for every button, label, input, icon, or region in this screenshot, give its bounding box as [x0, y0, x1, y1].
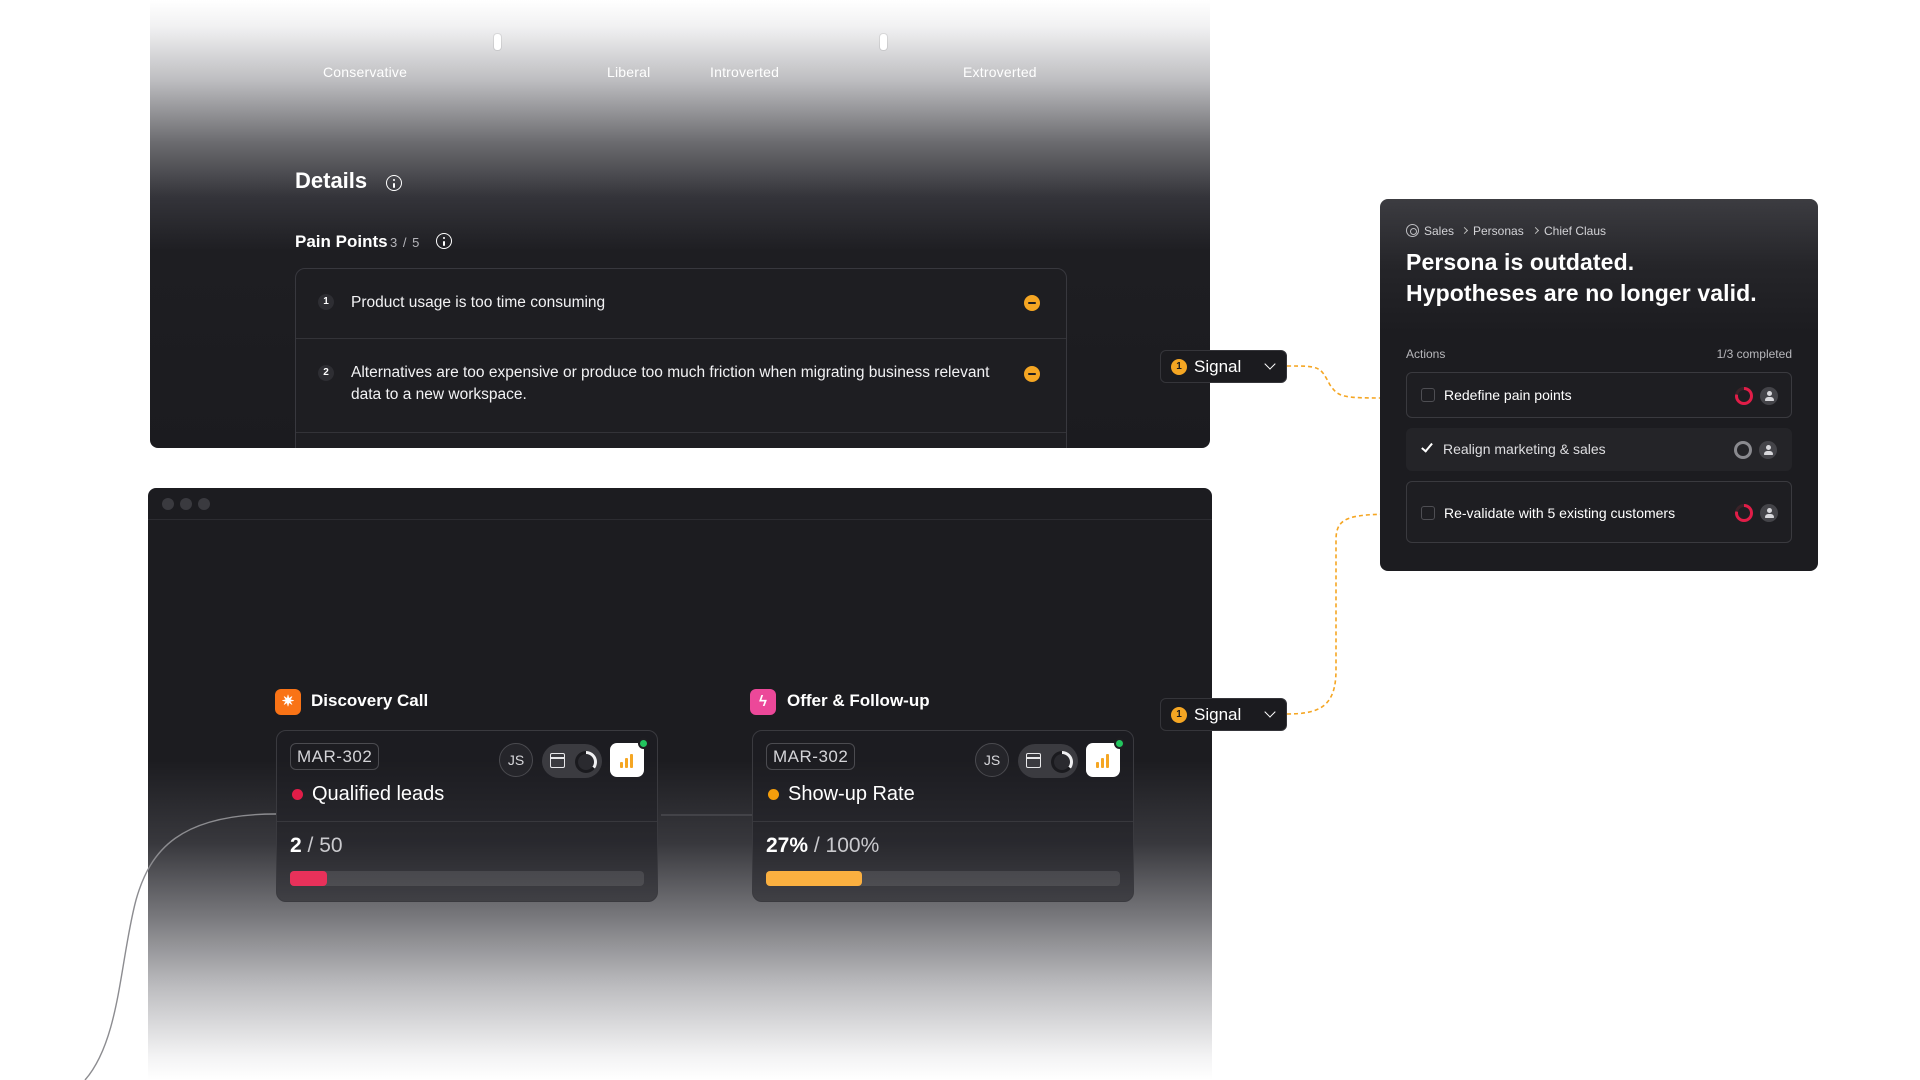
signal-count-badge: 1 — [1171, 359, 1187, 375]
signal-button[interactable]: 1 Signal — [1160, 350, 1287, 383]
action-label: Redefine pain points — [1444, 387, 1572, 403]
persona-alert-panel: Sales Personas Chief Claus Persona is ou… — [1380, 199, 1818, 571]
action-item-realign-marketing-sales[interactable]: Realign marketing & sales — [1406, 428, 1792, 471]
assignee-icon[interactable] — [1759, 441, 1777, 459]
assignee-icon[interactable] — [1760, 504, 1778, 522]
chevron-down-icon — [1264, 358, 1276, 370]
action-label: Re-validate with 5 existing customers — [1444, 505, 1676, 521]
checkbox[interactable] — [1421, 506, 1435, 520]
progress-ring-icon — [1735, 387, 1753, 405]
breadcrumb-sales[interactable]: Sales — [1424, 224, 1454, 238]
breadcrumb-chief-claus[interactable]: Chief Claus — [1544, 224, 1606, 238]
actions-progress: 1/3 completed — [1716, 347, 1792, 361]
breadcrumb-personas[interactable]: Personas — [1473, 224, 1524, 238]
assignee-icon[interactable] — [1760, 387, 1778, 405]
alert-headline: Persona is outdated. — [1406, 249, 1635, 275]
action-item-re-validate-customers[interactable]: Re-validate with 5 existing customers — [1406, 481, 1792, 543]
checkbox[interactable] — [1421, 388, 1435, 402]
complete-ring-icon — [1734, 441, 1752, 459]
chevron-right-icon — [1460, 226, 1469, 235]
flow-connector-in — [84, 813, 277, 1080]
signal-label: Signal — [1194, 705, 1242, 724]
progress-ring-icon — [1735, 504, 1753, 522]
signal-button[interactable]: 1 Signal — [1160, 698, 1287, 731]
action-label: Realign marketing & sales — [1443, 441, 1606, 457]
chevron-right-icon — [1531, 226, 1540, 235]
action-item-redefine-pain-points[interactable]: Redefine pain points — [1406, 372, 1792, 418]
chevron-down-icon — [1264, 706, 1276, 718]
signal-label: Signal — [1194, 357, 1242, 376]
at-icon — [1406, 224, 1419, 237]
actions-label: Actions — [1406, 347, 1446, 361]
alert-subheadline: Hypotheses are no longer valid. — [1406, 280, 1757, 306]
signal-count-badge: 1 — [1171, 707, 1187, 723]
checkmark-icon[interactable] — [1421, 440, 1433, 453]
